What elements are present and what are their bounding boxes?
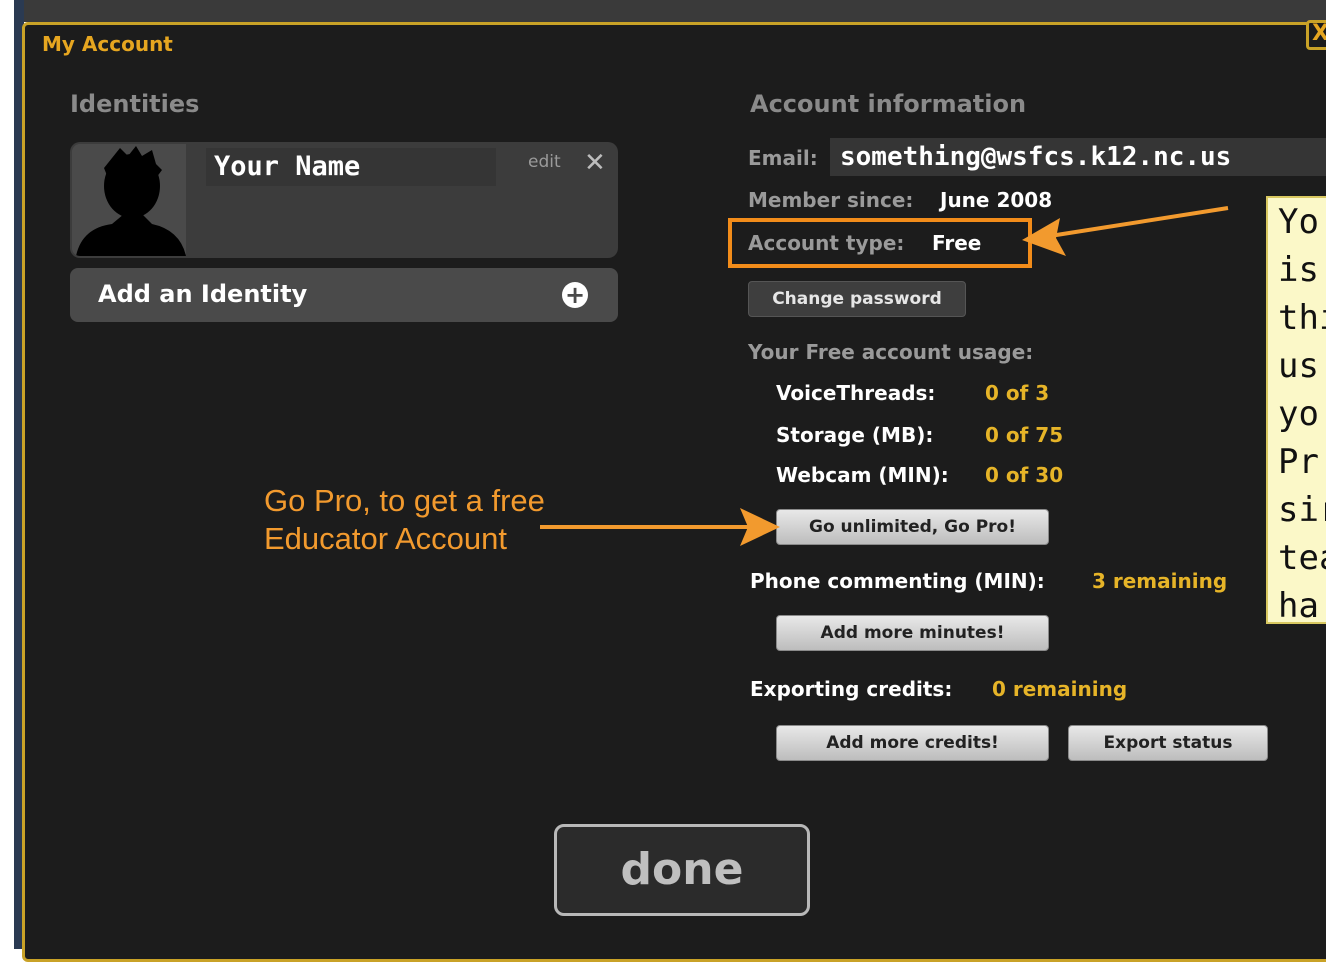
account-type-arrow-icon — [1022, 206, 1229, 256]
annotation-arrows — [540, 206, 1229, 546]
go-pro-arrow-icon — [540, 508, 780, 546]
